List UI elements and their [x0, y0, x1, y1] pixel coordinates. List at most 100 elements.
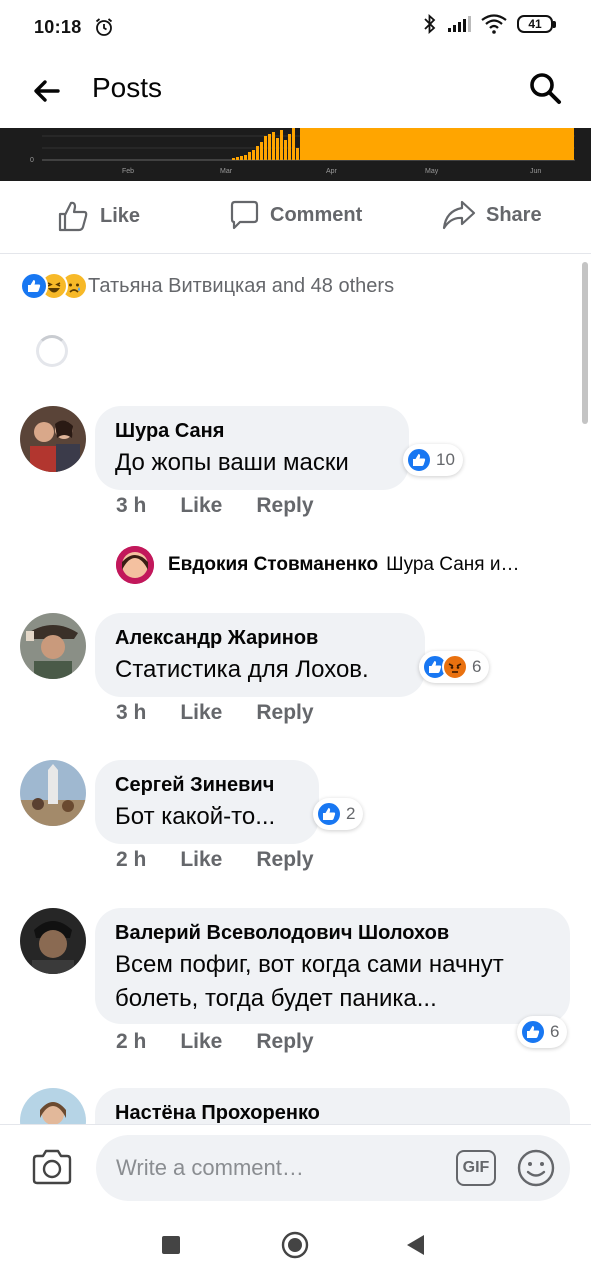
comment-time: 3 h — [116, 494, 147, 517]
chart-bar — [272, 132, 275, 160]
search-icon[interactable] — [527, 70, 563, 106]
chart-bar — [288, 134, 291, 160]
comment-author[interactable]: Сергей Зиневич — [115, 772, 299, 798]
share-arrow-icon — [442, 200, 476, 230]
wifi-icon — [481, 14, 507, 34]
comment-meta: 3 h Like Reply — [116, 701, 314, 725]
chart-bar — [248, 152, 251, 160]
thumbs-up-icon — [58, 201, 88, 232]
reactions-summary-text: Татьяна Витвицкая and 48 others — [88, 274, 395, 297]
comment-text-line: болеть, тогда будет паника... — [115, 985, 437, 1012]
comment-time: 2 h — [116, 1030, 147, 1053]
comment-author[interactable]: Александр Жаринов — [115, 625, 405, 651]
comment-author[interactable]: Настёна Прохоренко — [115, 1100, 550, 1126]
comment-button[interactable]: Comment — [228, 199, 362, 231]
comment-button-label: Comment — [270, 203, 363, 226]
comment-like-button[interactable]: Like — [180, 848, 222, 872]
comment-bubble[interactable]: Александр Жаринов Статистика для Лохов. — [95, 613, 425, 697]
status-bar: 10:18 41 — [0, 0, 591, 54]
like-reaction-icon — [20, 272, 48, 300]
comment-like-button[interactable]: Like — [180, 701, 222, 725]
chart-x-tick-label: Apr — [326, 168, 338, 175]
comment-text: Всем пофиг, вот когда сами начнут болеть… — [115, 948, 550, 1016]
post-action-bar: Like Comment Share — [0, 181, 591, 254]
chart-bar-region — [300, 128, 574, 160]
battery-icon: 41 — [517, 15, 556, 33]
comment-meta: 3 h Like Reply — [116, 494, 314, 518]
comment-text-line: Всем пофиг, вот когда сами начнут — [115, 951, 504, 978]
alarm-icon — [95, 18, 112, 36]
comment-composer: GIF — [0, 1124, 591, 1210]
chart-bar — [260, 142, 263, 160]
avatar[interactable] — [20, 760, 86, 826]
comment-bubble[interactable]: Сергей Зиневич Бот какой-то... — [95, 760, 319, 844]
share-button[interactable]: Share — [442, 199, 542, 231]
comment-text: Бот какой-то... — [115, 803, 276, 830]
comment-input[interactable] — [96, 1135, 570, 1201]
angry-reaction-icon — [442, 654, 468, 680]
comment-author[interactable]: Шура Саня — [115, 418, 389, 444]
battery-level: 41 — [528, 17, 542, 31]
comment-bubble-icon — [230, 200, 259, 230]
reaction-badge[interactable]: 10 — [403, 444, 463, 476]
camera-icon[interactable] — [30, 1147, 74, 1187]
comment-bubble[interactable]: Шура Саня До жопы ваши маски — [95, 406, 409, 490]
reactions-summary[interactable]: Татьяна Витвицкая and 48 others — [20, 272, 394, 300]
chart-bar — [264, 136, 267, 160]
reaction-badge[interactable]: 6 — [419, 651, 490, 683]
chart-preview[interactable]: 0 Feb Mar Apr May Jun — [0, 128, 591, 181]
avatar[interactable] — [20, 613, 86, 679]
chart-bar — [244, 155, 247, 160]
comment-text: Статистика для Лохов. — [115, 656, 369, 683]
comment-author[interactable]: Валерий Всеволодович Шолохов — [115, 920, 550, 946]
comment-like-button[interactable]: Like — [180, 494, 222, 518]
chart-bar — [296, 148, 299, 160]
reaction-badge[interactable]: 2 — [313, 798, 364, 830]
comment-meta: 2 h Like Reply — [116, 848, 314, 872]
reaction-badge[interactable]: 6 — [517, 1016, 568, 1048]
chart-bar — [284, 140, 287, 160]
reply-author[interactable]: Евдокия Стовманенко — [168, 554, 378, 576]
status-time: 10:18 — [34, 16, 82, 37]
comment-meta: 2 h Like Reply — [116, 1030, 314, 1054]
back-arrow-icon[interactable] — [30, 74, 64, 108]
signal-icon — [448, 16, 471, 32]
recents-square-icon[interactable] — [156, 1230, 186, 1260]
comment-text: До жопы ваши маски — [115, 449, 349, 476]
comment-reply-button[interactable]: Reply — [256, 701, 313, 725]
emoji-icon[interactable] — [516, 1148, 556, 1188]
like-reaction-icon — [316, 801, 342, 827]
chart-y-tick-label: 0 — [30, 157, 34, 164]
avatar[interactable] — [20, 908, 86, 974]
like-button[interactable]: Like — [56, 199, 140, 233]
gif-button-label: GIF — [462, 1159, 490, 1176]
reaction-stack — [20, 272, 88, 300]
app-bar: Posts — [0, 54, 591, 128]
reaction-count: 6 — [472, 657, 482, 676]
back-triangle-icon[interactable] — [400, 1230, 430, 1260]
reaction-count: 2 — [346, 804, 356, 823]
reply-preview[interactable]: Евдокия Стовманенко Шура Саня и… — [116, 546, 576, 584]
chart-bar — [252, 150, 255, 160]
comment-time: 2 h — [116, 848, 147, 871]
chart-x-tick-label: Mar — [220, 168, 233, 175]
share-button-label: Share — [486, 203, 542, 226]
comment-reply-button[interactable]: Reply — [256, 1030, 313, 1054]
gif-button[interactable]: GIF — [456, 1150, 496, 1186]
reaction-count: 10 — [436, 450, 455, 469]
bluetooth-icon — [424, 14, 436, 34]
scrollbar[interactable] — [582, 262, 588, 424]
home-circle-icon[interactable] — [280, 1230, 310, 1260]
avatar[interactable] — [116, 546, 154, 584]
comment-time: 3 h — [116, 701, 147, 724]
comment-reply-button[interactable]: Reply — [256, 494, 313, 518]
reply-text: Шура Саня и… — [386, 554, 520, 575]
avatar[interactable] — [20, 406, 86, 472]
like-reaction-icon — [406, 447, 432, 473]
comment-like-button[interactable]: Like — [180, 1030, 222, 1054]
chart-bar — [268, 134, 271, 160]
comment-reply-button[interactable]: Reply — [256, 848, 313, 872]
chart-bar — [256, 146, 259, 160]
chart-bar — [292, 128, 295, 160]
comment-bubble[interactable]: Валерий Всеволодович Шолохов Всем пофиг,… — [95, 908, 570, 1024]
